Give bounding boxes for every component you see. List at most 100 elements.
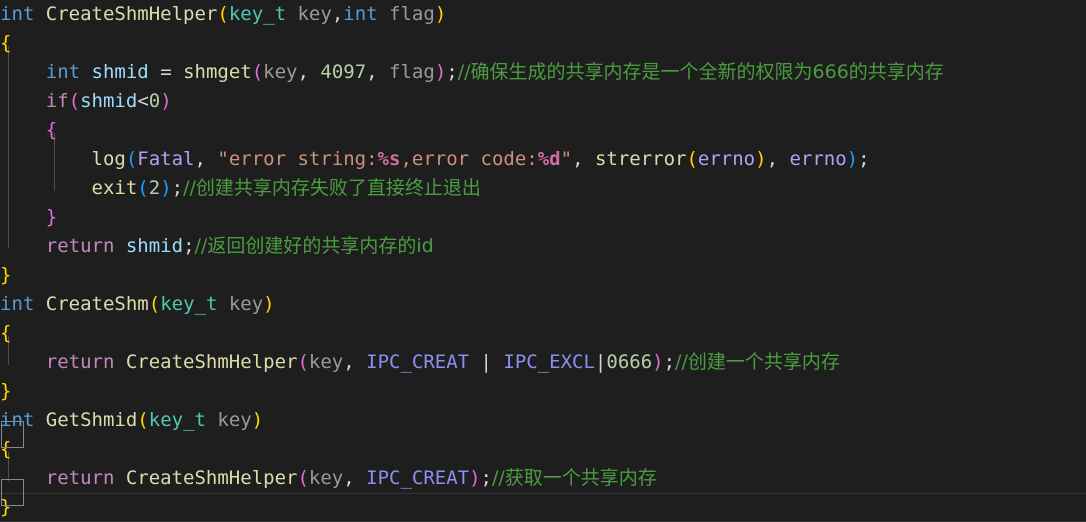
code-line-text: int GetShmid(key_t key) (0, 406, 263, 435)
code-token: shmid (125, 235, 184, 257)
code-token: //确保生成的共享内存是一个全新的权限为666的共享内存 (457, 61, 944, 83)
code-token: key (263, 61, 298, 83)
code-token: return (45, 235, 115, 257)
code-line[interactable]: int CreateShmHelper(key_t key,int flag) (0, 0, 1086, 29)
code-line[interactable]: return shmid;//返回创建好的共享内存的id (0, 232, 1086, 261)
code-token: ) (251, 409, 264, 431)
code-token: { (45, 119, 58, 141)
code-token: ( (686, 148, 698, 170)
code-token: } (45, 206, 58, 228)
code-token: key (308, 467, 344, 489)
code-token: , (572, 148, 595, 170)
code-token: key (217, 409, 252, 431)
code-token: Fatal (137, 148, 195, 170)
code-token: strerror (594, 148, 687, 170)
code-line-text: } (0, 261, 11, 290)
code-token: ( (251, 61, 264, 83)
code-line[interactable]: { (0, 319, 1086, 348)
code-line-text: log(Fatal, "error string:%s,error code:%… (0, 145, 870, 174)
code-token: GetShmid (45, 409, 138, 431)
code-token: { (0, 322, 12, 344)
code-token: ) (160, 177, 172, 199)
code-line[interactable]: } (0, 261, 1086, 290)
code-token: ; (446, 61, 458, 83)
code-token: ) (652, 351, 664, 373)
code-line[interactable]: int shmid = shmget(key, 4097, flag);//确保… (0, 58, 1086, 87)
code-token: ( (125, 148, 138, 170)
code-token: ) (263, 293, 275, 315)
code-token: { (0, 32, 12, 54)
code-token: key_t (228, 3, 287, 25)
code-line[interactable]: int GetShmid(key_t key) (0, 406, 1086, 435)
code-token: | (469, 351, 504, 373)
code-token: shmget (183, 61, 252, 83)
code-line[interactable]: int CreateShm(key_t key) (0, 290, 1086, 319)
code-line-text: { (0, 435, 11, 464)
code-token: ; (858, 148, 870, 170)
code-token: ( (137, 409, 149, 431)
code-line[interactable]: return CreateShmHelper(key, IPC_CREAT);/… (0, 464, 1086, 493)
code-token: exit (91, 177, 138, 199)
code-line-text: { (0, 319, 11, 348)
code-token: 0 (148, 90, 161, 112)
code-token: ) (755, 148, 767, 170)
code-line[interactable]: } (0, 203, 1086, 232)
code-token: //返回创建好的共享内存的id (194, 235, 434, 257)
code-line[interactable]: log(Fatal, "error string:%s,error code:%… (0, 145, 1086, 174)
code-line[interactable]: if(shmid<0) (0, 87, 1086, 116)
code-line[interactable]: { (0, 29, 1086, 58)
code-token: CreateShm (45, 293, 149, 315)
code-line[interactable]: exit(2);//创建共享内存失败了直接终止退出 (0, 174, 1086, 203)
code-token: { (0, 438, 12, 460)
code-token: < (137, 90, 149, 112)
code-token: ; (171, 177, 184, 199)
code-token: int (0, 409, 35, 431)
code-token: } (0, 380, 12, 402)
code-line[interactable]: return CreateShmHelper(key, IPC_CREAT | … (0, 348, 1086, 377)
code-line[interactable]: { (0, 116, 1086, 145)
code-lines-container[interactable]: int CreateShmHelper(key_t key,int flag){… (0, 0, 1086, 522)
code-line[interactable]: } (0, 493, 1086, 522)
code-token: log (91, 148, 126, 170)
code-token: %s (377, 148, 401, 170)
code-token: CreateShmHelper (125, 467, 298, 489)
code-line-text: int CreateShmHelper(key_t key,int flag) (0, 0, 446, 29)
code-token: int (0, 293, 35, 315)
code-token: ) (469, 467, 481, 489)
code-token: , (366, 61, 390, 83)
code-token: | (594, 351, 607, 373)
code-token: ) (846, 148, 859, 170)
code-token: , (331, 3, 344, 25)
code-token: //创建共享内存失败了直接终止退出 (183, 177, 481, 199)
code-token: errno (697, 148, 756, 170)
code-token: ) (160, 90, 172, 112)
code-token: ) (434, 61, 447, 83)
code-line-text: int CreateShm(key_t key) (0, 290, 275, 319)
code-token: , (297, 61, 321, 83)
code-line[interactable]: } (0, 377, 1086, 406)
code-token: flag (389, 61, 435, 83)
code-line-text: return CreateShmHelper(key, IPC_CREAT);/… (0, 464, 657, 493)
code-line-text: if(shmid<0) (0, 87, 172, 116)
code-line[interactable]: { (0, 435, 1086, 464)
code-editor[interactable]: int CreateShmHelper(key_t key,int flag){… (0, 0, 1086, 522)
code-token: ; (480, 467, 492, 489)
code-token: ( (137, 177, 149, 199)
code-token: ; (183, 235, 195, 257)
code-token: return (45, 351, 115, 373)
